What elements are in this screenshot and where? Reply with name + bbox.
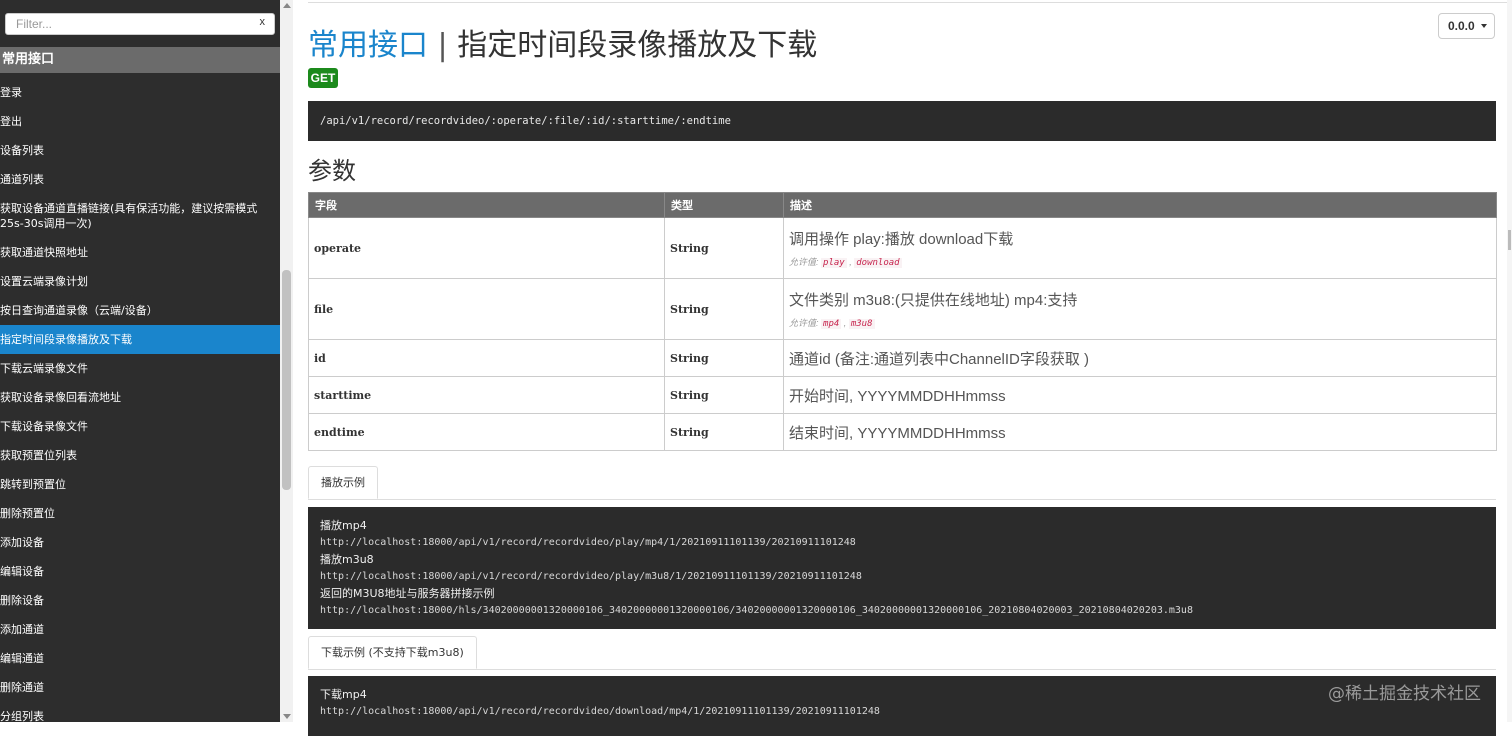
page-title: 常用接口 | 指定时间段录像播放及下载 xyxy=(308,26,817,66)
sidebar-item[interactable]: 添加通道 xyxy=(0,615,280,644)
sidebar-item[interactable]: 添加设备 xyxy=(0,528,280,557)
version-select-value: 0.0.0 xyxy=(1448,19,1475,33)
param-type: String xyxy=(664,413,784,451)
version-select[interactable]: 0.0.0 xyxy=(1438,13,1495,39)
caret-down-icon xyxy=(1481,24,1487,28)
allowed-value: m3u8 xyxy=(848,319,875,329)
param-description: 调用操作 play:播放 download下载 xyxy=(789,231,1014,248)
column-header-description: 描述 xyxy=(783,192,1497,218)
main-content: 常用接口 | 指定时间段录像播放及下载 0.0.0 GET /api/v1/re… xyxy=(293,0,1512,736)
example-url: http://localhost:18000/api/v1/record/rec… xyxy=(320,706,880,717)
allowed-values-label: 允许值: xyxy=(789,318,819,328)
column-header-field: 字段 xyxy=(308,192,665,218)
example-label: 下载mp4 xyxy=(320,688,367,701)
sidebar-item[interactable]: 编辑通道 xyxy=(0,644,280,673)
sidebar-item[interactable]: 下载云端录像文件 xyxy=(0,354,280,383)
sidebar-item[interactable]: 登出 xyxy=(0,107,280,136)
page-title-group: 常用接口 xyxy=(308,28,428,63)
allowed-value: mp4 xyxy=(821,319,842,329)
allowed-values: 允许值: mp4 , m3u8 xyxy=(789,318,875,329)
param-description: 结束时间, YYYYMMDDHHmmss xyxy=(789,424,1006,442)
param-description: 文件类别 m3u8:(只提供在线地址) mp4:支持 xyxy=(789,292,1078,309)
sidebar-item[interactable]: 获取设备录像回看流地址 xyxy=(0,383,280,412)
sidebar-item[interactable]: 删除设备 xyxy=(0,586,280,615)
params-table-row: id String 通道id (备注:通道列表中ChannelID字段获取 ) xyxy=(308,339,1497,377)
sidebar-item[interactable]: 编辑设备 xyxy=(0,557,280,586)
download-example-tab-bar: 下载示例 (不支持下载m3u8) xyxy=(308,636,1496,670)
param-description-cell: 开始时间, YYYYMMDDHHmmss xyxy=(783,376,1497,414)
allowed-values-label: 允许值: xyxy=(789,257,819,267)
top-divider xyxy=(308,2,1512,3)
params-heading: 参数 xyxy=(308,157,356,185)
sidebar-item[interactable]: 分组列表 xyxy=(0,702,280,722)
params-table-header: 字段 类型 描述 xyxy=(308,192,1497,218)
sidebar: x 常用接口 登录登出设备列表通道列表获取设备通道直播链接(具有保活功能，建议按… xyxy=(0,0,280,722)
filter-input[interactable] xyxy=(6,14,256,34)
param-description: 开始时间, YYYYMMDDHHmmss xyxy=(789,387,1006,405)
allowed-value: play xyxy=(821,258,847,268)
sidebar-item[interactable]: 删除通道 xyxy=(0,673,280,702)
sidebar-scroll-thumb[interactable] xyxy=(282,270,291,490)
param-field: operate xyxy=(308,217,665,279)
sidebar-item[interactable]: 登录 xyxy=(0,78,280,107)
param-description-cell: 调用操作 play:播放 download下载允许值: play , downl… xyxy=(783,217,1497,279)
sidebar-item[interactable]: 获取预置位列表 xyxy=(0,441,280,470)
param-type: String xyxy=(664,217,784,279)
download-example-code: 下载mp4 http://localhost:18000/api/v1/recor… xyxy=(308,676,1496,736)
watermark: @稀土掘金技术社区 xyxy=(1328,684,1481,704)
allowed-value: download xyxy=(854,258,902,268)
main-scrollbar[interactable] xyxy=(1507,0,1512,722)
params-table-row: operate String 调用操作 play:播放 download下载 允许值:… xyxy=(308,217,1497,279)
scroll-down-arrow-icon[interactable] xyxy=(283,714,291,719)
scroll-up-arrow-icon[interactable] xyxy=(283,3,291,8)
example-url: http://localhost:18000/hls/3402000000132… xyxy=(320,605,1193,616)
param-description: 通道id (备注:通道列表中ChannelID字段获取 ) xyxy=(789,350,1090,368)
filter-box: x xyxy=(5,13,275,35)
allowed-values: 允许值: play , download xyxy=(789,257,902,268)
params-table-row: file String 文件类别 m3u8:(只提供在线地址) mp4:支持 允许值:… xyxy=(308,278,1497,340)
example-label: 返回的M3U8地址与服务器拼接示例 xyxy=(320,587,495,600)
http-method-badge: GET xyxy=(308,68,338,88)
main-scroll-thumb[interactable] xyxy=(1508,230,1511,250)
sidebar-item[interactable]: 下载设备录像文件 xyxy=(0,412,280,441)
param-type: String xyxy=(664,339,784,377)
param-description-cell: 文件类别 m3u8:(只提供在线地址) mp4:支持允许值: mp4 , m3u… xyxy=(783,278,1497,340)
example-label: 播放m3u8 xyxy=(320,553,374,566)
sidebar-item[interactable]: 获取通道快照地址 xyxy=(0,238,280,267)
param-field: id xyxy=(308,339,665,377)
sidebar-item[interactable]: 删除预置位 xyxy=(0,499,280,528)
example-label: 播放mp4 xyxy=(320,519,367,532)
sidebar-nav-list: 登录 登出 设备列表 通道列表 获取设备通道直播链接(具有保活功能，建议按需模式25s-… xyxy=(0,78,280,722)
sidebar-item[interactable]: 指定时间段录像播放及下载 xyxy=(0,325,280,354)
column-header-type: 类型 xyxy=(664,192,784,218)
sidebar-item[interactable]: 设备列表 xyxy=(0,136,280,165)
endpoint-url: /api/v1/record/recordvideo/:operate/:fil… xyxy=(308,101,1496,141)
sidebar-scrollbar[interactable] xyxy=(280,0,293,722)
play-example-tab-bar: 播放示例 xyxy=(308,466,1496,500)
tab-download-example[interactable]: 下载示例 (不支持下载m3u8) xyxy=(308,636,477,669)
param-field: endtime xyxy=(308,413,665,451)
sidebar-item[interactable]: 跳转到预置位 xyxy=(0,470,280,499)
sidebar-item[interactable]: 获取设备通道直播链接(具有保活功能，建议按需模式25s-30s调用一次) xyxy=(0,194,280,238)
example-url: http://localhost:18000/api/v1/record/rec… xyxy=(320,571,862,582)
params-table-row: starttime String 开始时间, YYYYMMDDHHmmss xyxy=(308,376,1497,414)
sidebar-item[interactable]: 按日查询通道录像（云端/设备） xyxy=(0,296,280,325)
page-title-name: 指定时间段录像播放及下载 xyxy=(457,28,818,63)
param-type: String xyxy=(664,376,784,414)
params-table: 字段 类型 描述 operate String 调用操作 play:播放 downl… xyxy=(308,192,1497,451)
params-table-row: endtime String 结束时间, YYYYMMDDHHmmss xyxy=(308,413,1497,451)
param-description-cell: 结束时间, YYYYMMDDHHmmss xyxy=(783,413,1497,451)
play-example-code: 播放mp4 http://localhost:18000/api/v1/recor… xyxy=(308,507,1496,629)
filter-clear-button[interactable]: x xyxy=(260,16,266,28)
param-type: String xyxy=(664,278,784,340)
param-field: starttime xyxy=(308,376,665,414)
tab-play-example[interactable]: 播放示例 xyxy=(308,466,378,499)
page-title-separator: | xyxy=(437,28,448,63)
param-field: file xyxy=(308,278,665,340)
sidebar-item[interactable]: 设置云端录像计划 xyxy=(0,267,280,296)
sidebar-item[interactable]: 通道列表 xyxy=(0,165,280,194)
param-description-cell: 通道id (备注:通道列表中ChannelID字段获取 ) xyxy=(783,339,1497,377)
sidebar-group-header[interactable]: 常用接口 xyxy=(0,47,280,73)
example-url: http://localhost:18000/api/v1/record/rec… xyxy=(320,537,856,548)
